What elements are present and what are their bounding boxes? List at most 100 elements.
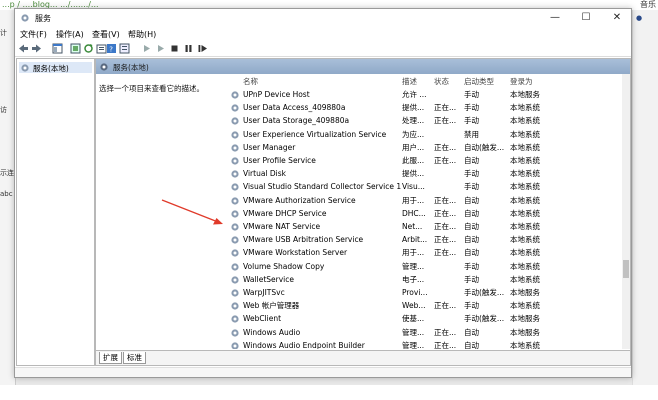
properties-icon[interactable] [119, 43, 130, 54]
table-row[interactable]: VMware USB Arbitration Service Arbit... 正在… [229, 233, 622, 246]
cell-logon: 本地服务 [510, 288, 540, 297]
pause-arrow-icon[interactable] [155, 43, 166, 54]
tree-item-services-local[interactable]: 服务(本地) [19, 62, 92, 73]
cell-logon: 本地系统 [510, 261, 540, 271]
cell-desc: 管理... [402, 340, 425, 349]
view-icon[interactable] [70, 43, 81, 54]
cell-name: User Data Access_409880a [243, 103, 346, 113]
menu-file[interactable]: 文件(F) [20, 29, 47, 40]
cell-logon: 本地系统 [510, 156, 540, 165]
table-row[interactable]: User Experience Virtualization Service 为应… [229, 128, 622, 141]
table-row[interactable]: User Data Access_409880a 提供... 正在... 手动 本地系统 [229, 101, 622, 114]
cell-name: Windows Audio [243, 327, 301, 337]
menu-help[interactable]: 帮助(H) [128, 29, 156, 40]
title-bar[interactable]: 服务 — ☐ ✕ [15, 9, 631, 27]
cell-name: VMware Workstation Server [243, 248, 348, 258]
maximize-button[interactable]: ☐ [572, 9, 600, 27]
table-row[interactable]: Windows Audio 管理... 正在... 自动 本地服务 [229, 326, 622, 339]
table-row[interactable]: Virtual Disk 提供... 手动 本地系统 [229, 167, 622, 180]
column-header-description[interactable]: 描述 [402, 76, 417, 87]
menu-view[interactable]: 查看(V) [92, 29, 120, 40]
table-row[interactable]: VMware Workstation Server 用于... 正在... 自动 本地系… [229, 246, 622, 259]
help-icon[interactable]: ? [106, 43, 117, 54]
table-row[interactable]: VMware Authorization Service 用于... 正在... 自动… [229, 194, 622, 207]
cell-logon: 本地系统 [510, 142, 540, 152]
cell-desc: 用于... [402, 248, 425, 258]
cell-desc: 此服... [402, 156, 425, 165]
cell-logon: 本地系统 [510, 116, 540, 126]
back-arrow-icon[interactable] [18, 43, 29, 54]
services-window: 服务 — ☐ ✕ 文件(F) 操作(A) 查看(V) 帮助(H) ? 服务(本地… [14, 8, 632, 378]
table-row[interactable]: Volume Shadow Copy 管理... 手动 本地系统 [229, 260, 622, 273]
table-row[interactable]: User Manager 用户... 正在... 自动(触发... 本地系统 [229, 141, 622, 154]
table-row[interactable]: Windows Audio Endpoint Builder 管理... 正在...… [229, 339, 622, 349]
cell-status: 正在... [434, 222, 457, 231]
table-row[interactable]: VMware DHCP Service DHC... 正在... 自动 本地系统 [229, 207, 622, 220]
restart-service-icon[interactable] [197, 43, 208, 54]
close-button[interactable]: ✕ [603, 9, 631, 27]
pause-service-icon[interactable] [183, 43, 194, 54]
table-row[interactable]: Visual Studio Standard Collector Service… [229, 180, 622, 193]
tree-item-label: 服务(本地) [33, 64, 69, 73]
background-bottom [0, 385, 658, 400]
cell-desc: 电子... [402, 274, 425, 284]
cell-start: 手动 [464, 169, 479, 179]
service-gear-icon [231, 117, 239, 125]
table-row[interactable]: VMware NAT Service Net... 正在... 自动 本地系统 [229, 220, 622, 233]
minimize-button[interactable]: — [541, 9, 569, 27]
table-row[interactable]: UPnP Device Host 允许 ... 手动 本地服务 [229, 88, 622, 101]
forward-arrow-icon[interactable] [31, 43, 42, 54]
scrollbar-thumb[interactable] [623, 260, 629, 278]
cell-name: VMware Authorization Service [243, 195, 356, 205]
service-gear-icon [231, 130, 239, 139]
cell-start: 自动(触发... [464, 142, 505, 152]
menu-action[interactable]: 操作(A) [56, 29, 84, 40]
cell-logon: 本地系统 [510, 301, 540, 311]
cell-logon: 本地系统 [510, 103, 540, 113]
refresh-icon[interactable] [83, 43, 94, 54]
column-header-log-on-as[interactable]: 登录为 [510, 76, 533, 87]
cell-start: 自动 [464, 156, 479, 165]
cell-desc: 管理... [402, 261, 425, 271]
cell-status: 正在... [434, 208, 457, 218]
cell-logon: 本地系统 [510, 208, 540, 218]
table-row[interactable]: Web 帐户管理器 Web... 正在... 手动 本地系统 [229, 299, 622, 312]
cell-logon: 本地系统 [510, 129, 540, 139]
console-tree-icon[interactable] [52, 43, 63, 54]
annotation-arrow-icon [161, 199, 223, 225]
table-row[interactable]: User Profile Service 此服... 正在... 自动 本地系统 [229, 154, 622, 167]
cell-desc: 处理... [402, 116, 425, 126]
table-row[interactable]: WarpJITSvc Provi... 手动(触发... 本地服务 [229, 286, 622, 299]
cell-name: User Manager [243, 142, 296, 152]
table-row[interactable]: User Data Storage_409880a 处理... 正在... 手动 本地系… [229, 114, 622, 127]
stop-service-icon[interactable] [169, 43, 180, 54]
cell-desc: Provi... [402, 288, 428, 297]
tab-extended[interactable]: 扩展 [99, 352, 122, 364]
cell-name: VMware DHCP Service [243, 208, 327, 218]
cell-name: Windows Audio Endpoint Builder [243, 340, 365, 349]
table-row[interactable]: WebClient 使基... 手动(触发... 本地服务 [229, 312, 622, 325]
column-header-name[interactable]: 名称 [243, 76, 258, 87]
table-row[interactable]: WalletService 电子... 手动 本地系统 [229, 273, 622, 286]
service-gear-icon [231, 249, 239, 257]
cell-status: 正在... [434, 142, 457, 152]
background-right-label: 音乐 [640, 0, 656, 9]
panel-header-title: 服务(本地) [113, 63, 149, 72]
cell-desc: 提供... [402, 169, 425, 179]
cell-desc: Visu... [402, 182, 425, 192]
service-gear-icon [231, 342, 239, 349]
cell-logon: 本地系统 [510, 274, 540, 284]
cell-status: 正在... [434, 340, 457, 349]
tab-standard[interactable]: 标准 [123, 352, 146, 364]
cell-name: User Experience Virtualization Service [243, 129, 387, 139]
cell-start: 手动 [464, 90, 479, 99]
vertical-scrollbar[interactable] [622, 74, 630, 349]
cell-desc: 使基... [402, 314, 425, 324]
column-header-status[interactable]: 状态 [434, 76, 449, 87]
cell-status: 正在... [434, 248, 457, 258]
cell-logon: 本地系统 [510, 195, 540, 205]
cell-logon: 本地服务 [510, 90, 540, 99]
column-header-startup-type[interactable]: 启动类型 [464, 76, 494, 87]
cell-status: 正在... [434, 156, 457, 165]
start-service-icon[interactable] [141, 43, 152, 54]
